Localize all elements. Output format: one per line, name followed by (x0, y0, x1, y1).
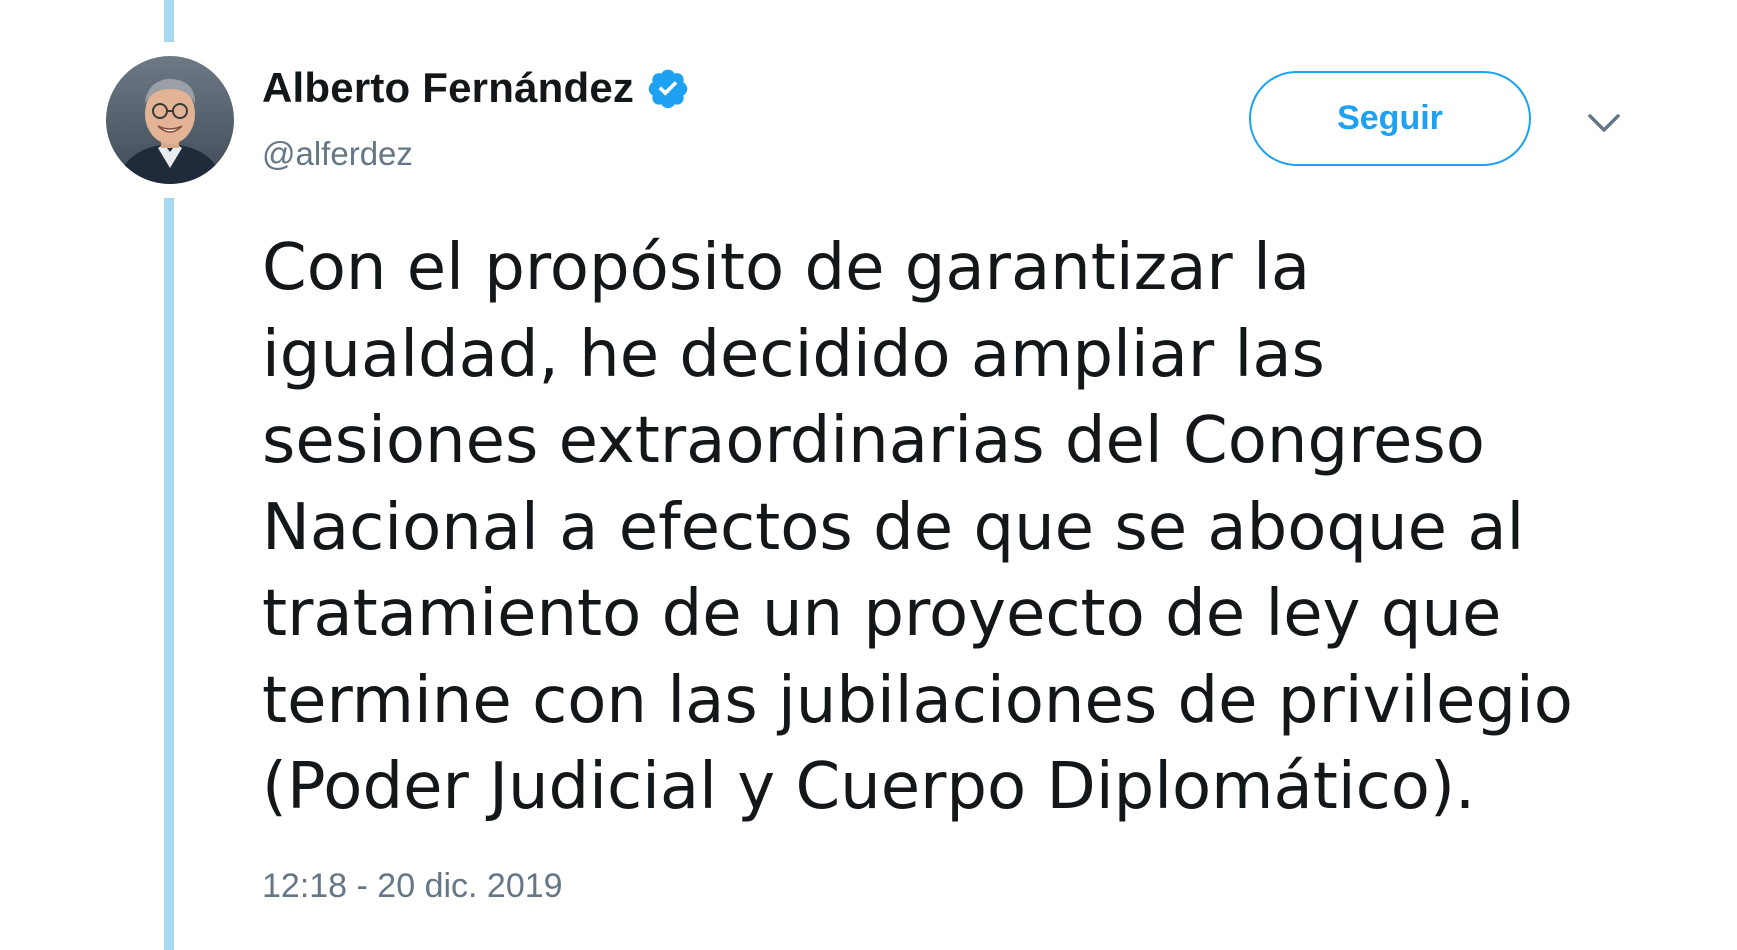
thread-connector-bottom (164, 198, 174, 950)
tweet-text-line: (Poder Judicial y Cuerpo Diplomático). (262, 750, 1476, 824)
tweet-timestamp[interactable]: 12:18 - 20 dic. 2019 (262, 867, 563, 906)
tweet-text-line: igualdad, he decidido ampliar las (262, 317, 1325, 392)
chevron-down-icon[interactable] (1586, 108, 1622, 138)
tweet-text-line: tratamiento de un proyecto de ley que (262, 577, 1502, 651)
verified-badge-icon (646, 66, 690, 110)
tweet-text-line: termine con las jubilaciones de privileg… (262, 663, 1573, 738)
tweet-text-line: Nacional a efectos de que se aboque al (262, 490, 1525, 565)
author-name-row[interactable]: Alberto Fernández (262, 64, 690, 112)
author-display-name[interactable]: Alberto Fernández (262, 64, 634, 112)
tweet-text-line: Con el propósito de garantizar la (262, 231, 1311, 305)
tweet-text-line: sesiones extraordinarias del Congreso (262, 404, 1485, 478)
thread-connector-top (164, 0, 174, 42)
tweet-text: Con el propósito de garantizar la iguald… (262, 225, 1662, 831)
follow-button[interactable]: Seguir (1249, 71, 1531, 166)
avatar[interactable] (106, 56, 234, 184)
avatar-photo (106, 56, 234, 184)
author-handle[interactable]: @alferdez (262, 135, 413, 173)
